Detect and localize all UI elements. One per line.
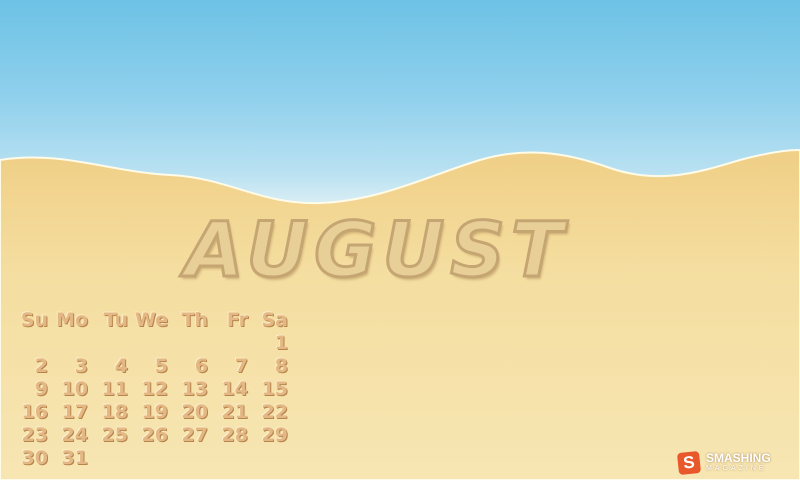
- weekday-header: Mo: [56, 309, 88, 331]
- weekday-header: Tu: [103, 309, 128, 331]
- day-cell: 17: [61, 401, 88, 423]
- smashing-magazine-logo: S SMASHING MAGAZINE: [676, 450, 796, 476]
- week-row: 1: [8, 331, 298, 355]
- day-cell: 15: [261, 378, 288, 400]
- weekday-header: Th: [181, 309, 209, 331]
- day-cell: 23: [21, 424, 48, 446]
- day-cell: 12: [141, 378, 168, 400]
- day-cell: 10: [61, 378, 88, 400]
- logo-name: SMASHING: [706, 451, 771, 465]
- day-cell: 1: [274, 332, 288, 354]
- day-cell: 28: [221, 424, 248, 446]
- week-row: 30 31: [8, 446, 298, 470]
- day-cell: 11: [101, 378, 128, 400]
- weekday-header: Fr: [226, 309, 248, 331]
- day-cell: 7: [234, 355, 248, 377]
- week-row: 9 10 11 12 13 14 15: [8, 377, 298, 401]
- day-cell: 30: [21, 447, 48, 469]
- day-cell: 13: [181, 378, 208, 400]
- day-cell: 31: [61, 447, 88, 469]
- week-row: 2 3 4 5 6 7 8: [8, 354, 298, 378]
- day-cell: 19: [141, 401, 168, 423]
- day-cell: 21: [221, 401, 248, 423]
- week-row: 16 17 18 19 20 21 22: [8, 400, 298, 424]
- day-cell: 14: [221, 378, 248, 400]
- day-cell: 18: [101, 401, 128, 423]
- day-cell: 20: [181, 401, 208, 423]
- day-cell: 25: [101, 424, 128, 446]
- weekday-header: Sa: [261, 309, 288, 331]
- weekday-header-row: Su Mo Tu We Th Fr Sa: [8, 308, 298, 332]
- day-cell: 9: [34, 378, 48, 400]
- logo-subtitle: MAGAZINE: [706, 465, 767, 472]
- day-cell: 29: [261, 424, 288, 446]
- day-cell: 4: [114, 355, 128, 377]
- day-cell: 2: [34, 355, 48, 377]
- weekday-header: Su: [20, 309, 48, 331]
- day-cell: 6: [194, 355, 208, 377]
- day-cell: 22: [261, 401, 288, 423]
- day-cell: 5: [154, 355, 168, 377]
- day-cell: 24: [61, 424, 88, 446]
- logo-mark-icon: S: [676, 450, 702, 476]
- month-title: AUGUST: [184, 204, 569, 296]
- week-row: 23 24 25 26 27 28 29: [8, 423, 298, 447]
- day-cell: 16: [21, 401, 48, 423]
- day-cell: 8: [274, 355, 288, 377]
- day-cell: 3: [74, 355, 88, 377]
- day-cell: 26: [141, 424, 168, 446]
- day-cell: 27: [181, 424, 208, 446]
- weekday-header: We: [134, 309, 168, 331]
- calendar-grid: Su Mo Tu We Th Fr Sa 1 2 3 4 5 6 7 8 9 10 11 12 13 14 15 16 17 1…: [8, 308, 308, 480]
